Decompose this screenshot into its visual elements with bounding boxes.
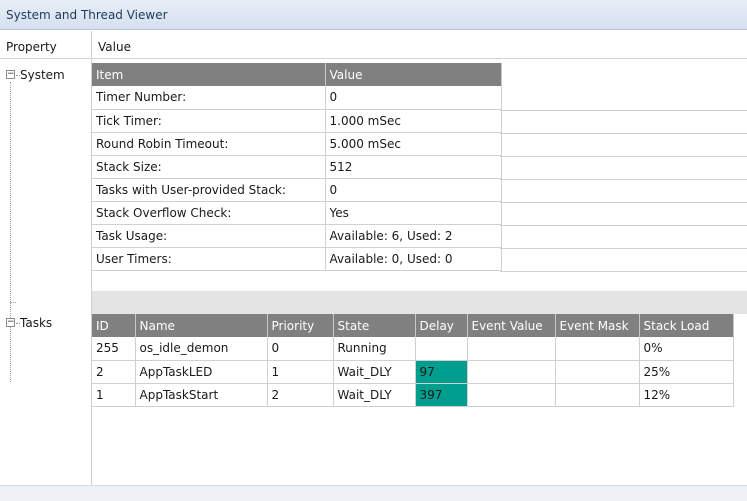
task-state-cell: Wait_DLY [333, 360, 416, 384]
table-row[interactable]: 1 AppTaskStart 2 Wait_DLY 397 12% [92, 383, 734, 407]
section-separator [92, 291, 747, 314]
grid-line [500, 133, 747, 134]
item-cell: Tick Timer: [92, 109, 326, 133]
item-cell: Task Usage: [92, 224, 326, 248]
table-row[interactable]: Round Robin Timeout: 5.000 mSec [92, 132, 502, 156]
item-cell: User Timers: [92, 247, 326, 271]
value-cell: 5.000 mSec [325, 132, 502, 156]
grid-line [500, 156, 747, 157]
header-priority[interactable]: Priority [267, 314, 334, 337]
item-cell: Round Robin Timeout: [92, 132, 326, 156]
task-event-mask-cell [555, 337, 640, 361]
table-header-row: ID Name Priority State Delay Event Value… [92, 314, 734, 337]
header-item[interactable]: Item [92, 63, 326, 86]
table-row[interactable]: Stack Size: 512 [92, 155, 502, 179]
task-delay-cell [415, 337, 468, 361]
grid-line [500, 110, 747, 111]
task-event-value-cell [467, 360, 556, 384]
status-bar [0, 485, 747, 501]
tree-node-tasks[interactable]: Tasks [20, 316, 52, 330]
task-id-cell: 2 [92, 360, 136, 384]
system-collapse-icon[interactable]: − [6, 70, 15, 79]
header-stack-load[interactable]: Stack Load [639, 314, 734, 337]
task-state-cell: Wait_DLY [333, 383, 416, 407]
tasks-table: ID Name Priority State Delay Event Value… [92, 314, 734, 407]
table-header-row: Item Value [92, 63, 502, 86]
table-row[interactable]: 2 AppTaskLED 1 Wait_DLY 97 25% [92, 360, 734, 384]
value-cell: Yes [325, 201, 502, 225]
table-row[interactable]: Timer Number: 0 [92, 86, 502, 110]
system-info-table: Item Value Timer Number: 0 Tick Timer: 1.0… [92, 63, 502, 271]
header-value[interactable]: Value [325, 63, 502, 86]
grid-line [500, 271, 747, 272]
value-cell: Available: 0, Used: 0 [325, 247, 502, 271]
task-name-cell: AppTaskLED [135, 360, 268, 384]
task-priority-cell: 2 [267, 383, 334, 407]
tasks-collapse-icon[interactable]: − [6, 318, 15, 327]
task-stack-load-cell: 0% [639, 337, 734, 361]
task-stack-load-cell: 12% [639, 383, 734, 407]
task-priority-cell: 0 [267, 337, 334, 361]
task-stack-load-cell: 25% [639, 360, 734, 384]
header-delay[interactable]: Delay [415, 314, 468, 337]
column-header-value[interactable]: Value [98, 40, 131, 54]
item-cell: Stack Overflow Check: [92, 201, 326, 225]
task-delay-cell-highlighted: 97 [415, 360, 468, 384]
value-cell: 0 [325, 86, 502, 110]
tree-node-system[interactable]: System [20, 68, 65, 82]
window-title: System and Thread Viewer [0, 0, 747, 30]
header-name[interactable]: Name [135, 314, 268, 337]
grid-line [500, 202, 747, 203]
table-row[interactable]: User Timers: Available: 0, Used: 0 [92, 247, 502, 271]
table-row[interactable]: Task Usage: Available: 6, Used: 2 [92, 224, 502, 248]
grid-line [500, 179, 747, 180]
item-cell: Tasks with User-provided Stack: [92, 178, 326, 202]
grid-line [500, 225, 747, 226]
grid-line [500, 248, 747, 249]
task-id-cell: 255 [92, 337, 136, 361]
task-event-value-cell [467, 337, 556, 361]
header-state[interactable]: State [333, 314, 416, 337]
value-cell: 0 [325, 178, 502, 202]
task-event-mask-cell [555, 360, 640, 384]
task-event-mask-cell [555, 383, 640, 407]
table-row[interactable]: Stack Overflow Check: Yes [92, 201, 502, 225]
value-cell: 512 [325, 155, 502, 179]
table-row[interactable]: Tasks with User-provided Stack: 0 [92, 178, 502, 202]
task-id-cell: 1 [92, 383, 136, 407]
tree-branch-line [10, 302, 16, 303]
task-event-value-cell [467, 383, 556, 407]
task-delay-cell-highlighted: 397 [415, 383, 468, 407]
column-header-property[interactable]: Property [6, 40, 57, 54]
task-name-cell: AppTaskStart [135, 383, 268, 407]
table-row[interactable]: Tick Timer: 1.000 mSec [92, 109, 502, 133]
value-cell: Available: 6, Used: 2 [325, 224, 502, 248]
item-cell: Stack Size: [92, 155, 326, 179]
task-name-cell: os_idle_demon [135, 337, 268, 361]
column-header-row: Property Value [0, 31, 747, 59]
header-event-value[interactable]: Event Value [467, 314, 556, 337]
item-cell: Timer Number: [92, 86, 326, 110]
header-event-mask[interactable]: Event Mask [555, 314, 640, 337]
task-state-cell: Running [333, 337, 416, 361]
header-id[interactable]: ID [92, 314, 136, 337]
task-priority-cell: 1 [267, 360, 334, 384]
value-cell: 1.000 mSec [325, 109, 502, 133]
tree-connector-line [10, 82, 11, 382]
table-row[interactable]: 255 os_idle_demon 0 Running 0% [92, 337, 734, 361]
